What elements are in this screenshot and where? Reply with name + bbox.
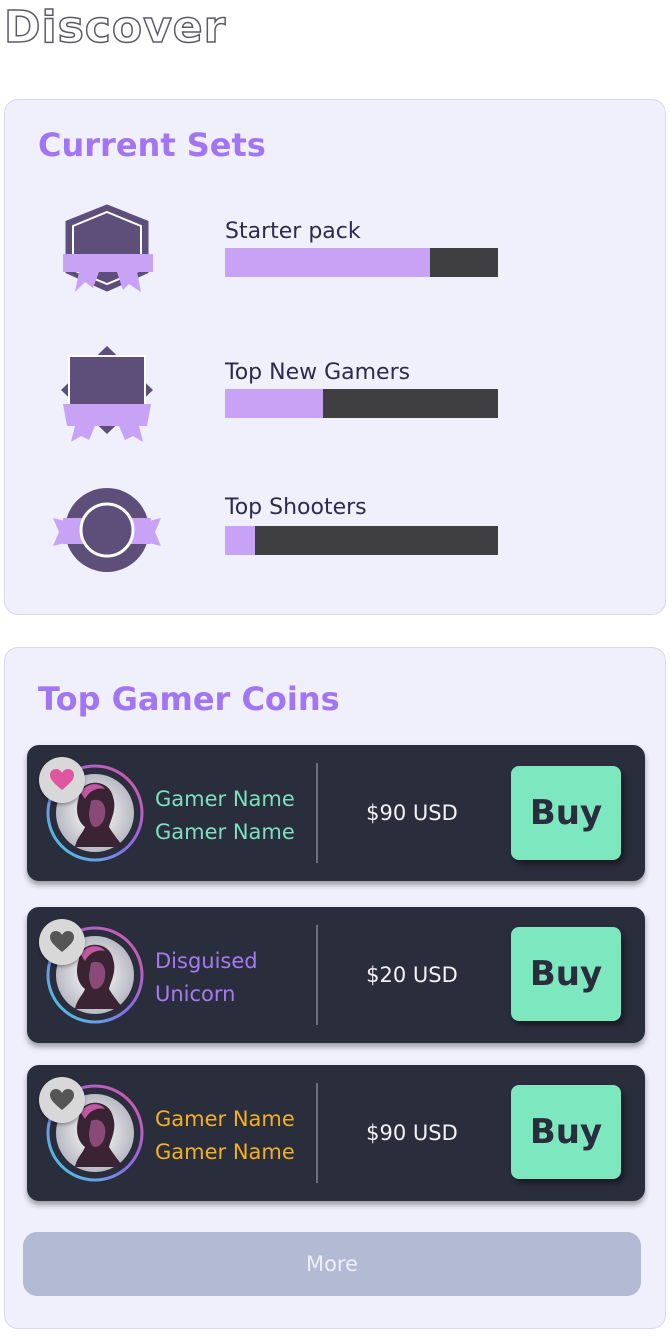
- heart-icon: [50, 769, 74, 790]
- row-divider: [316, 763, 318, 863]
- gamer-name: Gamer Name Gamer Name: [155, 1103, 315, 1169]
- current-sets-card: Current Sets Starter pack Top New Gamers…: [4, 99, 666, 615]
- set-row-starter-pack[interactable]: Starter pack: [5, 200, 665, 310]
- gamer-name-line2: Gamer Name: [155, 1140, 295, 1164]
- buy-button[interactable]: Buy: [511, 927, 621, 1021]
- set-progress-bar: [225, 526, 498, 555]
- favorite-button[interactable]: [39, 919, 85, 965]
- buy-button[interactable]: Buy: [511, 766, 621, 860]
- set-label: Top New Gamers: [225, 360, 411, 385]
- gamer-name-line1: Disguised: [155, 949, 258, 973]
- set-progress-fill: [225, 248, 430, 277]
- set-row-top-new-gamers[interactable]: Top New Gamers: [5, 342, 665, 452]
- gamer-name: Disguised Unicorn: [155, 945, 315, 1011]
- discover-page: Discover Current Sets Starter pack Top N…: [0, 0, 670, 1336]
- price-label: $90 USD: [366, 801, 458, 825]
- gamer-name: Gamer Name Gamer Name: [155, 783, 315, 849]
- row-divider: [316, 925, 318, 1025]
- gamer-name-line2: Gamer Name: [155, 820, 295, 844]
- gamer-name-line1: Gamer Name: [155, 787, 295, 811]
- hexagon-ribbon-badge-icon: [63, 204, 153, 292]
- top-gamer-coins-card: Top Gamer Coins Gamer Name Gamer Name $9…: [4, 647, 666, 1329]
- price-label: $90 USD: [366, 1121, 458, 1145]
- top-gamer-coins-title: Top Gamer Coins: [38, 680, 340, 718]
- circle-ribbon-badge-icon: [53, 488, 161, 572]
- price-label: $20 USD: [366, 963, 458, 987]
- heart-icon: [50, 931, 74, 952]
- favorite-button[interactable]: [39, 757, 85, 803]
- coin-row[interactable]: Disguised Unicorn $20 USD Buy: [27, 907, 645, 1043]
- coin-row[interactable]: Gamer Name Gamer Name $90 USD Buy: [27, 1065, 645, 1201]
- row-divider: [316, 1083, 318, 1183]
- set-progress-fill: [225, 389, 324, 418]
- set-label: Starter pack: [225, 219, 361, 244]
- avatar: [39, 1077, 149, 1187]
- gamer-name-line1: Gamer Name: [155, 1107, 295, 1131]
- buy-button[interactable]: Buy: [511, 1085, 621, 1179]
- page-title: Discover: [3, 1, 227, 54]
- more-button[interactable]: More: [23, 1232, 641, 1296]
- set-progress-fill: [225, 526, 256, 555]
- favorite-button[interactable]: [39, 1077, 85, 1123]
- current-sets-title: Current Sets: [38, 126, 266, 164]
- set-progress-bar: [225, 248, 498, 277]
- gamer-name-line2: Unicorn: [155, 982, 236, 1006]
- set-label: Top Shooters: [225, 495, 367, 520]
- avatar: [39, 757, 149, 867]
- set-row-top-shooters[interactable]: Top Shooters: [5, 480, 665, 590]
- heart-icon: [50, 1089, 74, 1110]
- coin-row[interactable]: Gamer Name Gamer Name $90 USD Buy: [27, 745, 645, 881]
- avatar: [39, 919, 149, 1029]
- set-progress-bar: [225, 389, 498, 418]
- diamond-ribbon-badge-icon: [61, 346, 153, 442]
